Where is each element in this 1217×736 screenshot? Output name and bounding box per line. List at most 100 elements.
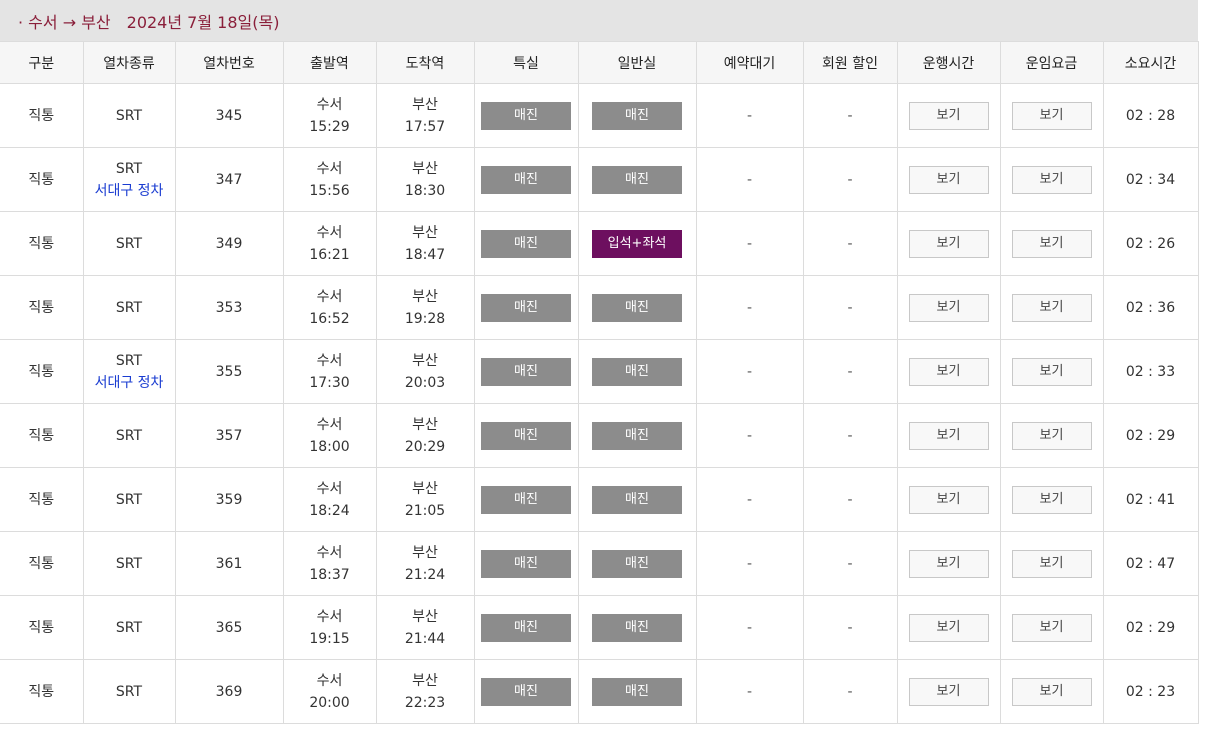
view-fare-button[interactable]: 보기 xyxy=(1011,229,1092,258)
fare-cell: 보기 xyxy=(999,211,1104,276)
view-run-time-button[interactable]: 보기 xyxy=(908,357,989,386)
general-class-cell: 매진 xyxy=(577,659,697,724)
departure-cell: 수서 16:52 xyxy=(282,275,377,340)
table-row: 직통 SRT 357 수서 18:00 부산 20:29 매진 매진 - - 보기 … xyxy=(0,403,1199,468)
special-class-cell: 매진 xyxy=(473,595,579,660)
special-soldout-button[interactable]: 매진 xyxy=(481,357,571,386)
run-time-cell: 보기 xyxy=(896,339,1001,404)
train-type-cell: SRT xyxy=(82,595,176,660)
reservation-wait: - xyxy=(695,147,804,212)
view-run-time-button[interactable]: 보기 xyxy=(908,229,989,258)
special-soldout-button[interactable]: 매진 xyxy=(481,229,571,258)
arrival-time: 20:03 xyxy=(404,374,446,391)
view-run-time-button[interactable]: 보기 xyxy=(908,101,989,130)
service-type: 직통 xyxy=(0,467,84,532)
standing-seat-button[interactable]: 입석+좌석 xyxy=(592,229,682,258)
departure-time: 18:24 xyxy=(309,502,350,519)
train-type: SRT xyxy=(115,427,143,444)
column-header: 회원 할인 xyxy=(802,41,898,84)
view-run-time-button[interactable]: 보기 xyxy=(908,485,989,514)
view-run-time-button[interactable]: 보기 xyxy=(908,549,989,578)
general-soldout-button[interactable]: 매진 xyxy=(592,421,682,450)
member-discount: - xyxy=(802,83,898,148)
train-type: SRT xyxy=(115,683,143,700)
general-soldout-button[interactable]: 매진 xyxy=(592,613,682,642)
view-fare-button[interactable]: 보기 xyxy=(1011,613,1092,642)
train-number: 361 xyxy=(174,531,284,596)
special-soldout-button[interactable]: 매진 xyxy=(481,549,571,578)
view-fare-button[interactable]: 보기 xyxy=(1011,549,1092,578)
arrival-time: 21:24 xyxy=(404,566,446,583)
view-run-time-button[interactable]: 보기 xyxy=(908,677,989,706)
reservation-wait: - xyxy=(695,595,804,660)
departure-station: 수서 xyxy=(316,544,343,561)
view-fare-button[interactable]: 보기 xyxy=(1011,101,1092,130)
departure-station: 수서 xyxy=(316,224,343,241)
general-soldout-button[interactable]: 매진 xyxy=(592,293,682,322)
view-fare-button[interactable]: 보기 xyxy=(1011,293,1092,322)
duration: 02 : 29 xyxy=(1102,595,1199,660)
departure-cell: 수서 15:56 xyxy=(282,147,377,212)
special-class-cell: 매진 xyxy=(473,403,579,468)
view-fare-button[interactable]: 보기 xyxy=(1011,357,1092,386)
general-soldout-button[interactable]: 매진 xyxy=(592,549,682,578)
view-fare-button[interactable]: 보기 xyxy=(1011,165,1092,194)
special-soldout-button[interactable]: 매진 xyxy=(481,165,571,194)
duration: 02 : 26 xyxy=(1102,211,1199,276)
view-run-time-button[interactable]: 보기 xyxy=(908,165,989,194)
reservation-wait: - xyxy=(695,275,804,340)
service-type: 직통 xyxy=(0,403,84,468)
travel-date: 2024년 7월 18일(목) xyxy=(126,12,280,32)
general-soldout-button[interactable]: 매진 xyxy=(592,357,682,386)
duration: 02 : 47 xyxy=(1102,531,1199,596)
reservation-wait: - xyxy=(695,467,804,532)
special-class-cell: 매진 xyxy=(473,659,579,724)
arrival-cell: 부산 21:44 xyxy=(375,595,475,660)
special-soldout-button[interactable]: 매진 xyxy=(481,293,571,322)
member-discount: - xyxy=(802,403,898,468)
general-soldout-button[interactable]: 매진 xyxy=(592,101,682,130)
reservation-wait: - xyxy=(695,403,804,468)
view-run-time-button[interactable]: 보기 xyxy=(908,421,989,450)
departure-cell: 수서 20:00 xyxy=(282,659,377,724)
member-discount: - xyxy=(802,211,898,276)
member-discount: - xyxy=(802,339,898,404)
run-time-cell: 보기 xyxy=(896,83,1001,148)
service-type: 직통 xyxy=(0,531,84,596)
general-soldout-button[interactable]: 매진 xyxy=(592,677,682,706)
column-header: 예약대기 xyxy=(695,41,804,84)
departure-station: 수서 xyxy=(316,352,343,369)
view-fare-button[interactable]: 보기 xyxy=(1011,421,1092,450)
fare-cell: 보기 xyxy=(999,339,1104,404)
departure-time: 16:21 xyxy=(309,246,350,263)
special-soldout-button[interactable]: 매진 xyxy=(481,677,571,706)
departure-cell: 수서 15:29 xyxy=(282,83,377,148)
run-time-cell: 보기 xyxy=(896,211,1001,276)
arrival-time: 21:05 xyxy=(404,502,446,519)
train-number: 347 xyxy=(174,147,284,212)
departure-cell: 수서 16:21 xyxy=(282,211,377,276)
general-soldout-button[interactable]: 매진 xyxy=(592,485,682,514)
reservation-wait: - xyxy=(695,83,804,148)
view-fare-button[interactable]: 보기 xyxy=(1011,485,1092,514)
train-number: 349 xyxy=(174,211,284,276)
departure-station: 수서 xyxy=(316,160,343,177)
run-time-cell: 보기 xyxy=(896,659,1001,724)
general-class-cell: 매진 xyxy=(577,531,697,596)
special-soldout-button[interactable]: 매진 xyxy=(481,485,571,514)
run-time-cell: 보기 xyxy=(896,147,1001,212)
general-class-cell: 매진 xyxy=(577,467,697,532)
general-soldout-button[interactable]: 매진 xyxy=(592,165,682,194)
train-type: SRT xyxy=(115,160,143,177)
view-run-time-button[interactable]: 보기 xyxy=(908,613,989,642)
fare-cell: 보기 xyxy=(999,83,1104,148)
column-header: 열차종류 xyxy=(82,41,176,84)
duration: 02 : 33 xyxy=(1102,339,1199,404)
special-soldout-button[interactable]: 매진 xyxy=(481,101,571,130)
view-run-time-button[interactable]: 보기 xyxy=(908,293,989,322)
view-fare-button[interactable]: 보기 xyxy=(1011,677,1092,706)
special-soldout-button[interactable]: 매진 xyxy=(481,421,571,450)
special-soldout-button[interactable]: 매진 xyxy=(481,613,571,642)
departure-station: 수서 xyxy=(316,96,343,113)
arrival-station: 부산 xyxy=(412,480,438,497)
